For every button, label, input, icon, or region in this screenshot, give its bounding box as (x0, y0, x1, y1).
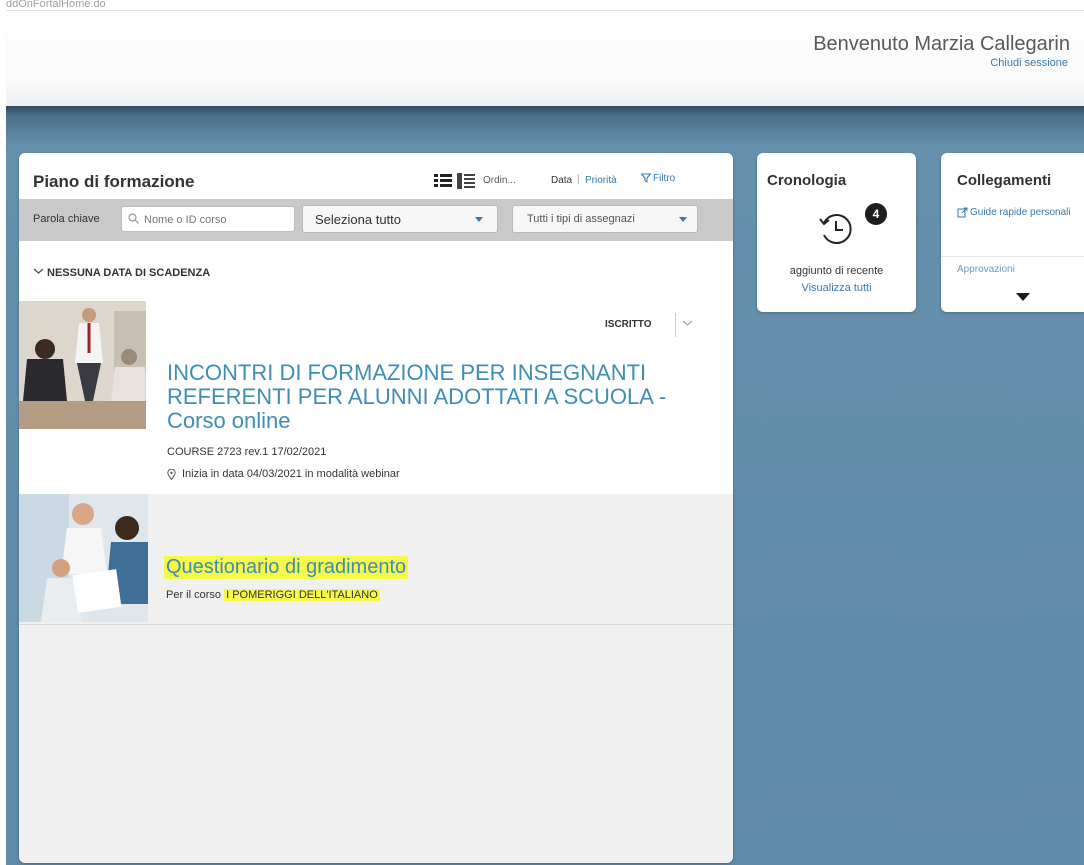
history-caption: aggiunto di recente (789, 265, 884, 277)
chevron-down-icon (33, 268, 44, 274)
select-all-dropdown[interactable]: Seleziona tutto (302, 205, 498, 233)
course-title-link[interactable]: INCONTRI DI FORMAZIONE PER INSEGNANTI RE… (167, 361, 727, 433)
links-panel: Collegamenti Guide rapide personali Appr… (941, 153, 1084, 312)
course-item: ISCRITTO INCONTRI DI FORMAZIONE PER INSE… (19, 301, 733, 495)
filter-bar: Parola chiave Seleziona tutto Tutti i ti… (19, 199, 733, 241)
survey-thumbnail[interactable] (19, 494, 148, 622)
filter-icon (641, 173, 651, 184)
detail-view-icon[interactable] (457, 173, 475, 189)
approvals-link[interactable]: Approvazioni (957, 264, 1015, 275)
view-all-link[interactable]: Visualizza tutti (757, 282, 916, 294)
sort-label: Ordin... (483, 175, 516, 186)
plan-title: Piano di formazione (33, 172, 195, 191)
learning-plan-panel: Piano di formazione Ordin... Data | Prio… (19, 153, 733, 863)
classroom-image (19, 301, 146, 429)
welcome-message: Benvenuto Marzia Callegarin (813, 33, 1070, 55)
assignment-type-label: Tutti i tipi di assegnazi (527, 213, 635, 225)
quick-guides-link[interactable]: Guide rapide personali (957, 206, 1077, 219)
divider (941, 256, 1084, 257)
logout-link[interactable]: Chiudi sessione (990, 57, 1068, 69)
group-label: NESSUNA DATA DI SCADENZA (47, 267, 211, 279)
course-schedule-text: Inizia in data 04/03/2021 in modalità we… (182, 468, 400, 480)
history-clock-icon[interactable] (816, 211, 856, 247)
history-count-badge: 4 (865, 203, 887, 225)
assignment-type-dropdown[interactable]: Tutti i tipi di assegnazi (512, 205, 698, 233)
links-title: Collegamenti (957, 172, 1052, 189)
enrollment-status: ISCRITTO (605, 319, 652, 330)
select-all-label: Seleziona tutto (315, 212, 402, 227)
location-pin-icon (167, 468, 176, 480)
page-header: Benvenuto Marzia Callegarin Chiudi sessi… (6, 10, 1084, 107)
quick-guides-label: Guide rapide personali (970, 207, 1071, 218)
external-link-icon (957, 207, 968, 218)
history-title: Cronologia (767, 172, 847, 189)
expand-arrow-icon[interactable] (1016, 293, 1030, 301)
filter-label: Filtro (653, 173, 676, 184)
plan-header: Piano di formazione Ordin... Data | Prio… (19, 153, 733, 199)
chevron-down-icon (475, 217, 483, 222)
course-search-box[interactable] (121, 206, 295, 232)
survey-title-link[interactable]: Questionario di gradimento (164, 556, 409, 579)
course-thumbnail[interactable] (19, 301, 146, 429)
status-divider (675, 313, 676, 337)
survey-course-name: I POMERIGGI DELL'ITALIANO (224, 589, 380, 601)
search-icon (128, 213, 139, 224)
list-view-icon[interactable] (434, 173, 452, 189)
sort-by-priority[interactable]: Priorità (585, 175, 617, 186)
sort-separator: | (577, 174, 580, 185)
browser-url-fragment: ddOnFortalHome.do (6, 0, 106, 10)
survey-prefix: Per il corso (166, 589, 222, 601)
chevron-down-icon (679, 217, 687, 222)
chevron-down-icon[interactable] (682, 319, 693, 327)
no-deadline-group-toggle[interactable]: NESSUNA DATA DI SCADENZA (19, 241, 733, 302)
course-search-input[interactable] (142, 211, 294, 229)
survey-item: Questionario di gradimento Per il corso … (19, 494, 733, 625)
course-schedule: Inizia in data 04/03/2021 in modalità we… (167, 468, 400, 480)
history-panel: Cronologia 4 aggiunto di recente Visuali… (757, 153, 916, 312)
meeting-image (19, 494, 148, 622)
filter-button[interactable]: Filtro (641, 173, 675, 184)
sort-by-date[interactable]: Data (551, 175, 572, 186)
keyword-label: Parola chiave (33, 213, 100, 225)
survey-course-line: Per il corso I POMERIGGI DELL'ITALIANO (166, 589, 380, 601)
course-code: COURSE 2723 rev.1 17/02/2021 (167, 446, 327, 458)
